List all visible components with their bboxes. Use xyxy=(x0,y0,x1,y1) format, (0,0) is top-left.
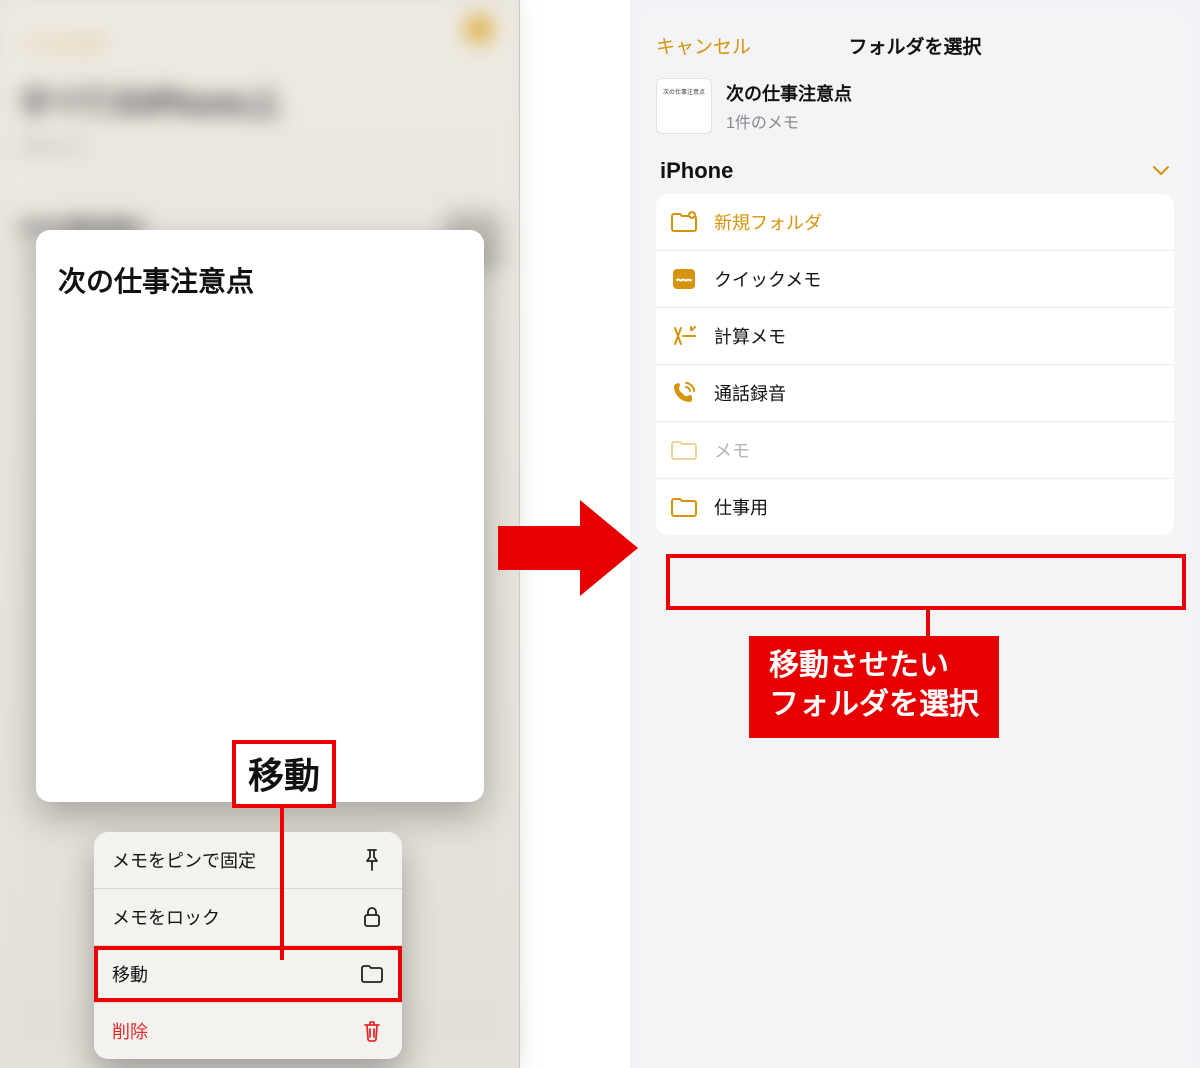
lock-icon xyxy=(360,905,384,929)
folder-row-call-label: 通話録音 xyxy=(714,380,786,406)
more-button-blurred xyxy=(466,16,492,42)
blurred-subtitle: 1件のメモ xyxy=(18,136,502,157)
menu-move[interactable]: 移動 xyxy=(94,946,402,1003)
note-summary-title: 次の仕事注意点 xyxy=(726,80,852,106)
folder-icon xyxy=(670,495,698,519)
folder-row-memo-label: メモ xyxy=(714,437,750,463)
folder-row-calc-label: 計算メモ xyxy=(714,323,786,349)
folder-icon xyxy=(360,962,384,986)
folder-row-call[interactable]: 通話録音 xyxy=(656,365,1174,422)
math-icon xyxy=(670,324,698,348)
folder-row-memo: メモ xyxy=(656,422,1174,479)
note-preview-title: 次の仕事注意点 xyxy=(58,260,462,300)
note-thumbnail: 次の仕事注意点 xyxy=(656,78,712,134)
annotation-connector-line xyxy=(280,800,284,960)
note-summary-row: 次の仕事注意点 次の仕事注意点 1件のメモ xyxy=(640,68,1190,152)
right-screenshot: キャンセル フォルダを選択 次の仕事注意点 次の仕事注意点 1件のメモ iPho… xyxy=(630,0,1200,1068)
phone-record-icon xyxy=(670,381,698,405)
annotation-callout: 移動させたい フォルダを選択 xyxy=(749,636,999,738)
folder-icon xyxy=(670,438,698,462)
menu-move-label: 移動 xyxy=(112,961,148,987)
folder-row-new-label: 新規フォルダ xyxy=(714,209,822,235)
section-header-iphone[interactable]: iPhone xyxy=(640,152,1190,194)
left-screenshot: < フォルダ すべてのiPhone上 1件のメモ 次の仕事注意点 15:14 追… xyxy=(0,0,520,1068)
folder-row-work[interactable]: 仕事用 xyxy=(656,479,1174,535)
menu-lock[interactable]: メモをロック xyxy=(94,889,402,946)
trash-icon xyxy=(360,1019,384,1043)
chevron-down-icon xyxy=(1152,165,1170,177)
folder-list: 新規フォルダ クイックメモ 計算メモ 通話録音 xyxy=(656,194,1174,535)
quick-note-icon xyxy=(670,267,698,291)
menu-pin-label: メモをピンで固定 xyxy=(112,847,256,873)
section-header-label: iPhone xyxy=(660,158,733,184)
folder-plus-icon xyxy=(670,210,698,234)
folder-row-calc[interactable]: 計算メモ xyxy=(656,308,1174,365)
modal-header: キャンセル フォルダを選択 xyxy=(640,22,1190,68)
pin-icon xyxy=(360,848,384,872)
context-menu: メモをピンで固定 メモをロック 移動 削除 xyxy=(94,832,402,1059)
folder-row-quick[interactable]: クイックメモ xyxy=(656,251,1174,308)
folder-row-quick-label: クイックメモ xyxy=(714,266,821,292)
folder-row-work-label: 仕事用 xyxy=(714,494,768,520)
menu-pin[interactable]: メモをピンで固定 xyxy=(94,832,402,889)
annotation-folder-highlight xyxy=(666,554,1186,610)
annotation-arrow xyxy=(498,500,638,596)
folder-row-new[interactable]: 新規フォルダ xyxy=(656,194,1174,251)
menu-delete[interactable]: 削除 xyxy=(94,1003,402,1059)
menu-lock-label: メモをロック xyxy=(112,904,220,930)
back-button-blurred: < フォルダ xyxy=(18,30,106,56)
menu-delete-label: 削除 xyxy=(112,1018,148,1044)
annotation-move-label: 移動 xyxy=(232,740,336,808)
note-summary-count: 1件のメモ xyxy=(726,109,852,133)
cancel-button[interactable]: キャンセル xyxy=(656,32,751,59)
note-preview-card: 次の仕事注意点 xyxy=(36,230,484,802)
blurred-title: すべてのiPhone上 xyxy=(18,78,502,124)
